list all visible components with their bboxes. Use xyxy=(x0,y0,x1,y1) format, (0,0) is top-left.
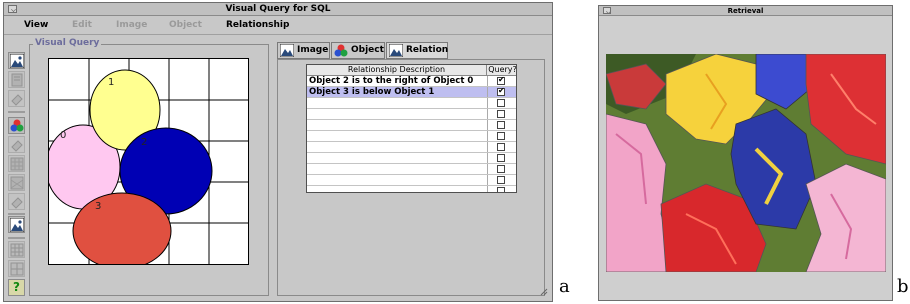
window-title: Visual Query for SQL xyxy=(225,4,331,14)
color-shapes-tool-button[interactable] xyxy=(8,117,25,134)
query-checkbox[interactable] xyxy=(497,154,505,162)
figure-caption-b: b xyxy=(897,276,909,297)
tab-object[interactable]: Object xyxy=(331,42,385,59)
document-tool-button[interactable] xyxy=(8,71,25,88)
query-checkbox[interactable] xyxy=(497,176,505,184)
query-checkbox[interactable] xyxy=(497,86,505,96)
tab-object-label: Object xyxy=(351,45,384,55)
texture-icon xyxy=(10,176,24,190)
document-icon xyxy=(11,73,23,87)
table-row[interactable]: Object 2 is to the right of Object 0 xyxy=(307,75,516,87)
menu-image[interactable]: Image xyxy=(116,20,147,30)
toolbar-separator xyxy=(8,237,25,239)
eraser-icon xyxy=(11,94,23,106)
table-row[interactable] xyxy=(307,164,516,175)
eraser-icon xyxy=(11,140,23,152)
figure-caption-a: a xyxy=(559,276,570,297)
image-icon xyxy=(10,54,24,68)
tab-image-label: Image xyxy=(297,45,329,55)
image-icon xyxy=(389,44,403,57)
texture-icon xyxy=(10,157,24,171)
window-title: Retrieval xyxy=(727,7,764,15)
table-row[interactable] xyxy=(307,186,516,192)
tool-palette: ? xyxy=(6,44,28,300)
flowers-image xyxy=(606,54,886,272)
tab-image[interactable]: Image xyxy=(277,42,330,59)
image-tool-button[interactable] xyxy=(8,216,25,233)
help-icon: ? xyxy=(13,280,20,294)
color-shapes-icon xyxy=(10,119,24,132)
window-titlebar[interactable]: Retrieval xyxy=(599,6,892,16)
menu-view[interactable]: View xyxy=(24,20,48,30)
object-label-0: 0 xyxy=(60,130,66,141)
query-checkbox[interactable] xyxy=(497,99,505,107)
menubar: View Edit Image Object Relationship xyxy=(4,17,552,33)
texture-tool-button[interactable] xyxy=(8,174,25,191)
table-row[interactable] xyxy=(307,142,516,153)
query-checkbox[interactable] xyxy=(497,187,505,192)
table-row[interactable] xyxy=(307,109,516,120)
menu-divider xyxy=(4,34,552,35)
table-row[interactable] xyxy=(307,120,516,131)
query-checkbox[interactable] xyxy=(497,110,505,118)
window-menu-icon[interactable] xyxy=(603,7,611,14)
table-row[interactable] xyxy=(307,175,516,186)
table-row[interactable] xyxy=(307,98,516,109)
resize-grip-icon[interactable] xyxy=(540,288,548,296)
tab-relation[interactable]: Relation xyxy=(386,42,448,59)
retrieved-image[interactable] xyxy=(606,54,886,272)
table-row[interactable]: Object 3 is below Object 1 xyxy=(307,86,516,98)
object-label-1: 1 xyxy=(108,77,114,88)
query-canvas[interactable]: 0 1 2 3 xyxy=(48,58,249,265)
retrieval-window: Retrieval xyxy=(598,5,893,301)
column-header-description[interactable]: Relationship Description xyxy=(307,65,487,76)
object-label-2: 2 xyxy=(141,137,147,148)
table-header: Relationship Description Query? xyxy=(307,65,516,76)
visual-query-label: Visual Query xyxy=(33,38,102,49)
toolbar-separator xyxy=(8,111,25,113)
grid-icon xyxy=(10,243,24,257)
image-tool-button[interactable] xyxy=(8,52,25,69)
eraser-tool-button[interactable] xyxy=(8,193,25,210)
menu-object[interactable]: Object xyxy=(169,20,202,30)
query-checkbox[interactable] xyxy=(497,75,505,85)
help-button[interactable]: ? xyxy=(8,279,25,296)
table-row[interactable] xyxy=(307,131,516,142)
eraser-tool-button[interactable] xyxy=(8,136,25,153)
menu-edit[interactable]: Edit xyxy=(72,20,92,30)
relationship-description xyxy=(309,186,485,192)
grid-tool-button[interactable] xyxy=(8,241,25,258)
grid-tool-button[interactable] xyxy=(8,260,25,277)
query-checkbox[interactable] xyxy=(497,121,505,129)
menu-relationship[interactable]: Relationship xyxy=(226,20,289,30)
eraser-tool-button[interactable] xyxy=(8,90,25,107)
column-divider xyxy=(487,186,488,192)
image-icon xyxy=(10,218,24,232)
window-titlebar[interactable]: Visual Query for SQL xyxy=(4,3,552,16)
toolbar-separator xyxy=(8,213,25,215)
window-menu-icon[interactable] xyxy=(8,5,17,13)
texture-tool-button[interactable] xyxy=(8,155,25,172)
query-checkbox[interactable] xyxy=(497,143,505,151)
query-checkbox[interactable] xyxy=(497,132,505,140)
object-label-3: 3 xyxy=(95,201,101,212)
table-row[interactable] xyxy=(307,153,516,164)
image-icon xyxy=(280,44,294,57)
query-object-3[interactable] xyxy=(72,192,172,264)
relationship-table: Relationship Description Query? Object 2… xyxy=(306,64,517,193)
query-checkbox[interactable] xyxy=(497,165,505,173)
eraser-icon xyxy=(11,197,23,209)
grid-icon xyxy=(10,262,24,276)
color-shapes-icon xyxy=(334,44,348,57)
tab-relation-label: Relation xyxy=(406,45,449,55)
